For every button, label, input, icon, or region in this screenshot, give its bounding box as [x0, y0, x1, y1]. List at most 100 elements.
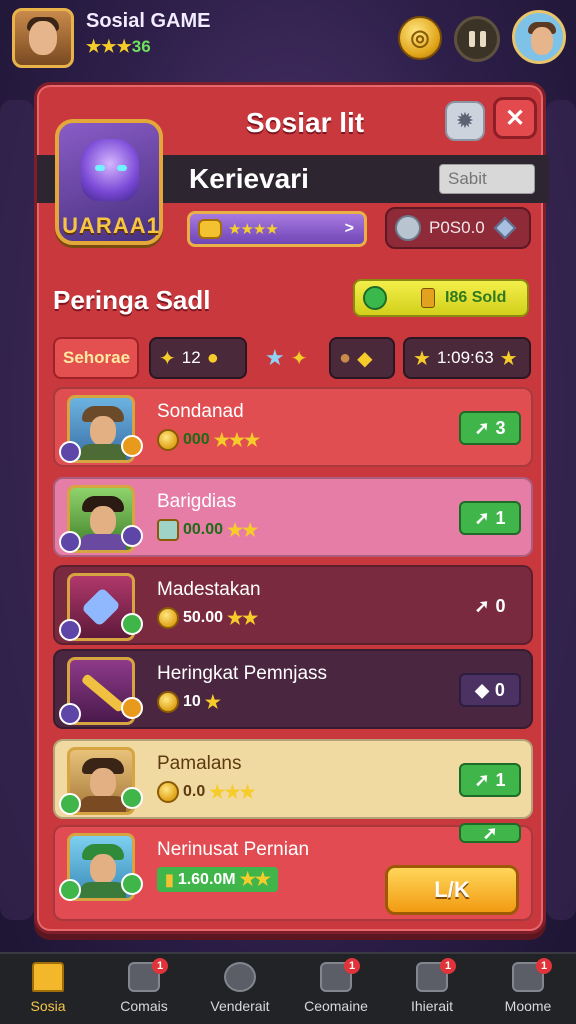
player-name: Nerinusat Pernian: [157, 839, 310, 860]
player-score: 1: [495, 507, 506, 528]
list-item[interactable]: Sondanad 000 ★★★ ➚ 3: [53, 387, 533, 467]
player-coins: 1.60.0M: [177, 870, 236, 888]
gear-icon: ✹: [455, 108, 475, 133]
score-badge[interactable]: ➚ 1: [459, 501, 521, 535]
ok-button[interactable]: L/K: [385, 865, 519, 915]
player-coins: 00.00: [183, 521, 224, 538]
gem-icon: ◆: [475, 679, 489, 700]
nav-label: Ihierait: [410, 998, 454, 1014]
nav-item-sosia[interactable]: Sosia: [0, 954, 96, 1024]
notification-badge: 1: [536, 958, 552, 974]
home-icon: [32, 962, 64, 992]
list-item[interactable]: Pamalans 0.0 ★★★ ➚ 1: [53, 739, 533, 819]
coin-badge-icon: [121, 435, 143, 457]
level-badge-icon: [121, 525, 143, 547]
player-name: Pamalans: [157, 753, 242, 774]
settings-gear-button[interactable]: ✹: [445, 101, 485, 141]
player-stars: ★: [204, 691, 221, 712]
arrow-up-icon: ➚: [474, 769, 490, 790]
score-badge[interactable]: ➚ 1: [459, 763, 521, 797]
reward-pill[interactable]: I86 Sold: [353, 279, 529, 317]
player-score: 0: [494, 679, 505, 700]
player-name: Barigdias: [157, 491, 237, 512]
player-name: Sondanad: [157, 401, 244, 422]
nav-item-venderait[interactable]: Venderait: [192, 954, 288, 1024]
xp-stars: ★★★★: [228, 221, 279, 238]
rank-badge[interactable]: UARAA1: [55, 119, 163, 245]
crystal-gem-icon: [81, 139, 139, 201]
coin-badge-icon: [121, 697, 143, 719]
list-item[interactable]: Madestakan 50.00 ★★ ➚ 0: [53, 565, 533, 645]
close-button[interactable]: ✕: [493, 97, 537, 139]
bg-right-scenery: [546, 100, 576, 920]
player-rating: ★★★36: [86, 37, 151, 57]
gold-icon: ◆: [357, 347, 373, 370]
nav-item-comais[interactable]: 1 Comais: [96, 954, 192, 1024]
trophy-icon: ✦: [159, 347, 176, 370]
arrow-up-icon: ➚: [474, 417, 490, 438]
filter-row: Sehorae ✦ 12 ● ★ ✦ ● ◆ ★ 1:09:63 ★: [53, 337, 533, 379]
target-icon: [224, 962, 256, 992]
coin-icon[interactable]: ◎: [398, 16, 442, 60]
score-badge[interactable]: ➚ 3: [459, 411, 521, 445]
blue-star-icon: ★: [265, 345, 285, 370]
coin-icon: [198, 219, 222, 239]
pause-button[interactable]: [454, 16, 500, 62]
player-score: 1: [495, 769, 506, 790]
arrow-up-icon: ➚: [474, 507, 490, 528]
reward-icon: [363, 286, 387, 310]
score-badge[interactable]: ◆ 0: [459, 673, 521, 707]
player-name: Heringkat Pemnjass: [157, 663, 328, 684]
level-badge-icon: [59, 619, 81, 641]
player-avatar[interactable]: [12, 8, 74, 68]
star-icon: ★: [413, 347, 431, 370]
position-text: P0S0.0: [429, 218, 485, 237]
rating-stars-icon: ★★★: [86, 37, 132, 56]
nav-label: Comais: [120, 998, 168, 1014]
player-name: Madestakan: [157, 579, 261, 600]
gold-bar-icon: ▮: [165, 871, 174, 889]
player-stars: ★★: [227, 519, 258, 540]
player-stars: ★★★: [213, 429, 260, 450]
player-meta: 00.00 ★★: [157, 519, 258, 541]
chevron-right-icon: >: [344, 220, 354, 237]
game-title: Sosial GAME: [86, 10, 211, 32]
nav-item-ihierait[interactable]: 1 Ihierait: [384, 954, 480, 1024]
search-input[interactable]: [439, 164, 535, 194]
filter-star-chip[interactable]: ★ ✦: [257, 337, 323, 379]
filter-active-tab[interactable]: Sehorae: [53, 337, 139, 379]
player-score: 0: [495, 595, 506, 616]
filter-friends-chip[interactable]: ● ◆: [329, 337, 395, 379]
nav-label: Sosia: [30, 998, 66, 1014]
star-icon: ★: [499, 347, 518, 370]
coin-icon: [157, 691, 179, 713]
filter-count: 12: [181, 348, 201, 367]
level-badge-icon: [59, 703, 81, 725]
level-badge-icon: [121, 787, 143, 809]
player-stars: ★★: [239, 869, 271, 889]
nav-item-moome[interactable]: 1 Moome: [480, 954, 576, 1024]
coin-icon: [157, 429, 179, 451]
level-badge-icon: [59, 441, 81, 463]
player-coins: 50.00: [183, 609, 224, 626]
score-badge[interactable]: ➚: [459, 823, 521, 843]
filter-time-chip[interactable]: ★ 1:09:63 ★: [403, 337, 531, 379]
xp-progress-bar[interactable]: ★★★★ >: [187, 211, 367, 247]
score-badge[interactable]: ➚ 0: [459, 589, 521, 623]
badge-label: UARAA1: [62, 213, 160, 238]
bg-left-scenery: [0, 100, 34, 920]
gold-bar-icon: [421, 288, 435, 308]
coin-icon: [157, 607, 179, 629]
list-item[interactable]: Heringkat Pemnjass 10 ★ ◆ 0: [53, 649, 533, 729]
friend-avatar-icon: ●: [339, 346, 352, 369]
filter-count-chip[interactable]: ✦ 12 ●: [149, 337, 247, 379]
profile-button[interactable]: [512, 10, 566, 64]
level-badge-icon: [121, 873, 143, 895]
position-box[interactable]: P0S0.0: [385, 207, 531, 249]
notification-badge: 1: [152, 958, 168, 974]
level-badge-icon: [121, 613, 143, 635]
sparkle-icon: ✦: [290, 347, 308, 370]
top-bar: Sosial GAME ★★★36 ◎: [0, 0, 576, 78]
nav-item-ceomaine[interactable]: 1 Ceomaine: [288, 954, 384, 1024]
list-item[interactable]: Barigdias 00.00 ★★ ➚ 1: [53, 477, 533, 557]
